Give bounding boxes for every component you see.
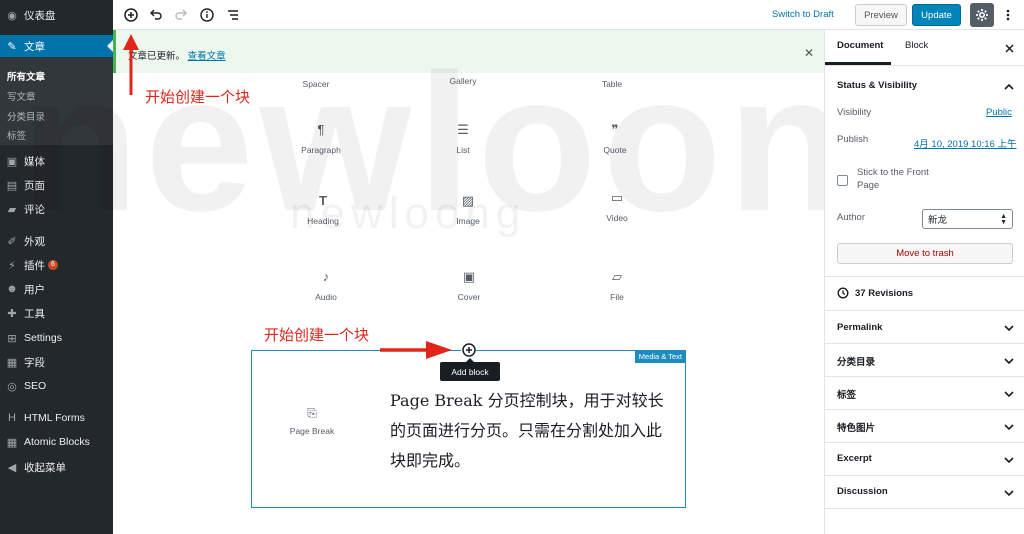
select-arrows-icon: ▲ ▼ [1000,213,1007,226]
author-select[interactable]: 新龙 ▲ ▼ [922,209,1013,229]
panel-section-tags[interactable]: 标签 [837,387,856,401]
close-panel-icon[interactable] [1005,44,1014,56]
chevron-down-icon[interactable] [1004,422,1014,432]
status-visibility-title[interactable]: Status & Visibility [837,80,917,91]
chevron-down-icon[interactable] [1004,389,1014,399]
author-selected-value: 新龙 [928,215,948,226]
chevron-down-icon[interactable] [1004,323,1014,333]
panel-section-permalink[interactable]: Permalink [837,322,882,333]
chevron-down-icon[interactable] [1004,488,1014,498]
stick-front-page-label: Stick to the Front Page [857,167,929,191]
panel-section-categories[interactable]: 分类目录 [837,354,875,368]
divider [825,65,1024,66]
chevron-down-icon[interactable] [1004,356,1014,366]
divider [825,343,1024,344]
panel-section-excerpt[interactable]: Excerpt [837,453,872,464]
panel-section-featured-image[interactable]: 特色图片 [837,420,875,434]
chevron-up-icon[interactable] [1004,82,1014,92]
divider [825,508,1024,509]
history-icon [837,287,849,302]
divider [825,276,1024,277]
stick-front-page-checkbox[interactable] [837,175,848,186]
panel-section-discussion[interactable]: Discussion [837,486,888,497]
annotation-middle: 开始创建一个块 [264,326,370,344]
divider [825,409,1024,410]
divider [825,442,1024,443]
revisions-link[interactable]: 37 Revisions [855,288,913,299]
divider [825,376,1024,377]
tab-document[interactable]: Document [837,40,883,51]
publish-date-link[interactable]: 4月 10, 2019 10:16 上午 [914,136,1019,150]
visibility-value-link[interactable]: Public [986,107,1012,118]
publish-label: Publish [837,134,869,145]
divider [825,310,1024,311]
author-label: Author [837,212,865,223]
chevron-down-icon[interactable] [1004,455,1014,465]
annotation-top: 开始创建一个块 [145,88,251,106]
divider [825,475,1024,476]
tab-block[interactable]: Block [905,40,928,51]
visibility-label: Visibility [837,107,872,118]
settings-sidebar: Document Block Status & Visibility Visib… [824,30,1024,534]
move-to-trash-button[interactable]: Move to trash [837,243,1013,264]
